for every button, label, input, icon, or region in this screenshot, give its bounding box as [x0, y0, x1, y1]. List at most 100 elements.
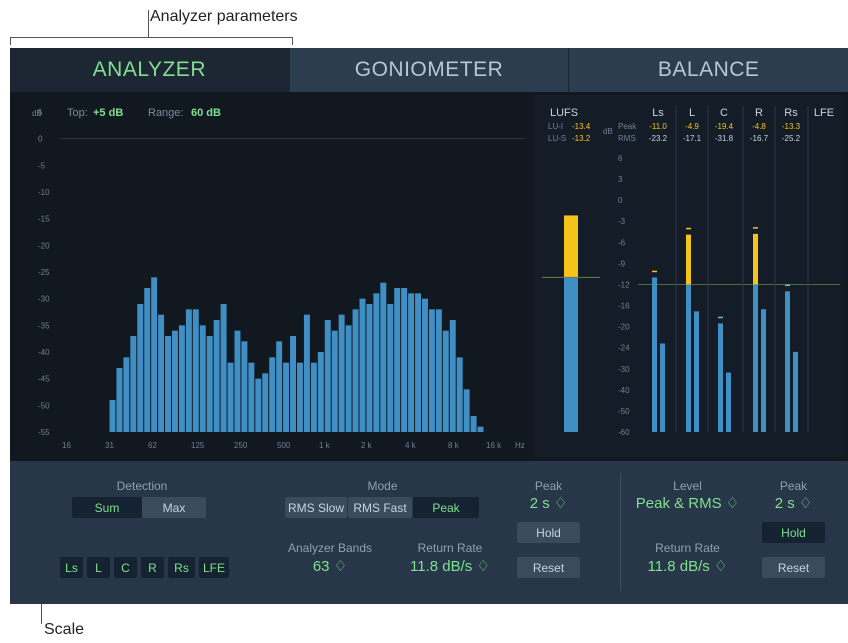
control-panel: Detection Sum Max Ls L C R Rs LFE Mode R… — [10, 461, 848, 604]
channel-button-lfe[interactable]: LFE — [199, 557, 229, 578]
analyzer-band-bar — [303, 314, 310, 432]
multimeter-plugin: ANALYZER GONIOMETER BALANCE dB Top: +5 d… — [10, 48, 848, 604]
analyzer-y-tick: -45 — [38, 375, 50, 384]
analyzer-y-tick: -30 — [38, 295, 50, 304]
analyzer-band-bar — [137, 304, 144, 432]
detection-max-button[interactable]: Max — [142, 497, 206, 518]
channel-peak-bar — [753, 284, 758, 432]
channel-name-lfe: LFE — [814, 107, 834, 119]
analyzer-band-bar — [345, 325, 352, 432]
analyzer-band-bar — [373, 293, 380, 432]
peak-value-right[interactable]: 2 s ♢ — [762, 494, 825, 512]
analyzer-band-bar — [317, 352, 324, 432]
channel-button-c[interactable]: C — [114, 557, 137, 578]
channel-rms-bar — [793, 351, 798, 432]
analyzer-band-bar — [213, 320, 220, 432]
analyzer-band-bar — [387, 304, 394, 432]
analyzer-y-tick: 0 — [38, 135, 43, 144]
analyzer-x-scale: 16 31 62 125 250 500 1 k 2 k 4 k 8 k 16 k Hz — [62, 441, 525, 450]
analyzer-band-bar — [338, 314, 345, 432]
channel-button-rs[interactable]: Rs — [168, 557, 195, 578]
analyzer-band-bar — [331, 330, 338, 432]
analyzer-band-bar — [172, 330, 178, 432]
mode-rms-fast-button[interactable]: RMS Fast — [348, 497, 412, 518]
analyzer-y-tick: -10 — [38, 188, 50, 197]
meter-scale-tick: -30 — [618, 365, 630, 374]
return-rate-label-left: Return Rate — [417, 541, 483, 555]
detection-sum-button[interactable]: Sum — [72, 497, 142, 518]
analyzer-band-bar — [463, 389, 470, 432]
analyzer-x-tick: 16 — [62, 441, 71, 450]
channel-rms-bar — [660, 343, 665, 432]
top-label: Top: — [67, 107, 88, 119]
analyzer-band-bar — [227, 362, 234, 432]
tab-goniometer[interactable]: GONIOMETER — [289, 48, 570, 92]
meter-scale-tick: -9 — [618, 259, 626, 268]
range-value[interactable]: 60 dB — [191, 107, 221, 119]
analyzer-band-bar — [234, 330, 241, 432]
return-rate-label-right: Return Rate — [655, 541, 720, 555]
channel-button-l[interactable]: L — [87, 557, 110, 578]
return-rate-value-right[interactable]: 11.8 dB/s ♢ — [630, 557, 745, 575]
peak-value-left[interactable]: 2 s ♢ — [517, 494, 580, 512]
detection-label: Detection — [116, 479, 168, 493]
channel-rms-value: -23.2 — [649, 134, 668, 143]
analyzer-bands-label: Analyzer Bands — [287, 541, 373, 555]
lu-i-label: LU-I — [548, 122, 563, 131]
channel-peak-bar — [785, 291, 790, 432]
analyzer-band-bar — [255, 378, 262, 432]
return-rate-value-left[interactable]: 11.8 dB/s ♢ — [400, 557, 500, 575]
analyzer-band-bar — [283, 362, 290, 432]
channel-rms-bar — [694, 311, 699, 432]
level-value[interactable]: Peak & RMS ♢ — [625, 494, 750, 512]
analyzer-band-bar — [109, 400, 116, 432]
analyzer-y-scale[interactable]: 5 0 -5 -10 -15 -20 -25 -30 -35 -40 -45 -50 -55 — [38, 108, 50, 437]
lu-i-value: -13.4 — [572, 122, 591, 131]
tab-analyzer[interactable]: ANALYZER — [10, 48, 290, 92]
meter-scale-tick: -3 — [618, 217, 626, 226]
analyzer-band-bar — [116, 368, 123, 432]
analyzer-x-tick: Hz — [515, 441, 525, 450]
meter-scale-tick: 6 — [618, 154, 623, 163]
hold-button-right[interactable]: Hold — [762, 522, 825, 543]
analyzer-band-bar — [123, 357, 130, 432]
analyzer-band-bar — [477, 426, 484, 432]
callout-bracket-horizontal — [10, 37, 293, 38]
channel-rms-value: -25.2 — [782, 134, 801, 143]
meter-scale-tick: 0 — [618, 196, 623, 205]
channel-peak-over-bar — [753, 233, 758, 285]
lu-s-label: LU-S — [548, 134, 566, 143]
channel-button-ls[interactable]: Ls — [60, 557, 83, 578]
channel-button-r[interactable]: R — [141, 557, 164, 578]
mode-rms-slow-button[interactable]: RMS Slow — [285, 497, 347, 518]
scale-callout: Scale — [44, 621, 85, 638]
display-canvas: dB Top: +5 dB Range: 60 dB 5 0 -5 -10 -15 -20… — [32, 95, 845, 457]
analyzer-band-bar — [199, 325, 206, 432]
hold-button-left[interactable]: Hold — [517, 522, 580, 543]
meter-rms-label: RMS — [618, 134, 636, 143]
mode-peak-button[interactable]: Peak — [413, 497, 479, 518]
callout-line-top-vertical — [148, 10, 149, 37]
analyzer-band-bar — [380, 282, 387, 432]
meter-scale-tick: -24 — [618, 344, 630, 353]
meter-display: dB Top: +5 dB Range: 60 dB 5 0 -5 -10 -15 -20… — [10, 92, 848, 461]
analyzer-band-bar — [470, 416, 477, 432]
range-label: Range: — [148, 107, 183, 119]
channel-peak-value: -19.4 — [715, 122, 734, 131]
reset-button-right[interactable]: Reset — [762, 557, 825, 578]
top-value[interactable]: +5 dB — [93, 107, 123, 119]
channel-peak-bar — [652, 277, 657, 432]
analyzer-x-tick: 62 — [148, 441, 157, 450]
reset-button-left[interactable]: Reset — [517, 557, 580, 578]
tab-balance[interactable]: BALANCE — [569, 48, 848, 92]
meter-scale-tick: 3 — [618, 175, 623, 184]
analyzer-bands-value[interactable]: 63 ♢ — [280, 557, 380, 575]
analyzer-band-bar — [165, 336, 171, 432]
channel-rms-bar — [761, 309, 766, 432]
analyzer-bars — [109, 277, 484, 432]
analyzer-band-bar — [290, 336, 296, 432]
analyzer-band-bar — [151, 277, 158, 432]
analyzer-band-bar — [220, 304, 227, 432]
panel-divider — [620, 473, 621, 591]
meter-scale-tick: -40 — [618, 386, 630, 395]
